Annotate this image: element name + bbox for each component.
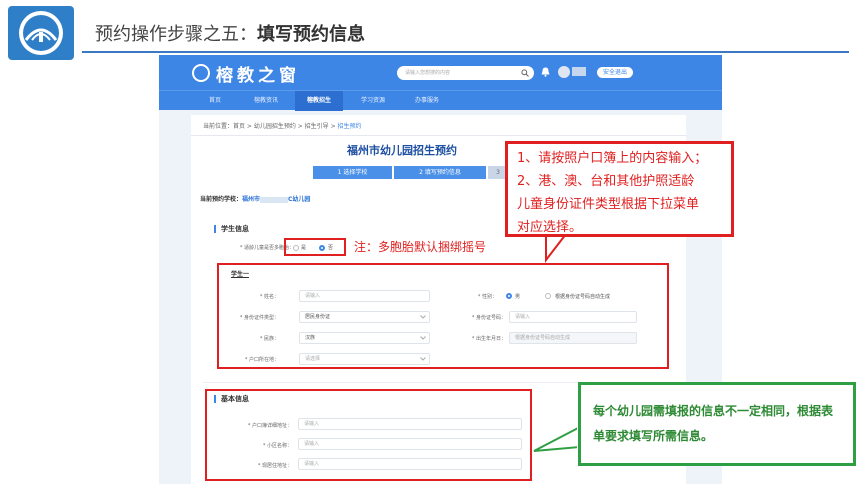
- slide-title-bold: 填写预约信息: [257, 24, 365, 45]
- school-name-redacted: [260, 196, 289, 203]
- page-title: 福州市幼儿园招生预约: [347, 144, 457, 157]
- basic-info-highlight: [205, 389, 532, 481]
- red-callout: 1、请按照户口簿上的内容输入； 2、港、澳、台和其他护照适龄 儿童身份证件类型根…: [505, 141, 734, 237]
- slide-title: 预约操作步骤之五：填写预约信息: [95, 20, 365, 46]
- title-divider: [82, 51, 849, 53]
- step-2-num: 2: [419, 169, 423, 176]
- breadcrumb-current[interactable]: 招生预约: [338, 123, 362, 130]
- username-redacted: [572, 67, 586, 76]
- slide-title-prefix: 预约操作步骤之五：: [95, 24, 257, 45]
- step-1-label: 选择学校: [343, 169, 368, 176]
- student-section-marker: [214, 225, 216, 233]
- breadcrumb-divider: [191, 135, 686, 136]
- nav-item-home[interactable]: 首页: [195, 91, 235, 111]
- green-callout-pointer: [533, 425, 582, 455]
- student-info-highlight: [217, 263, 669, 369]
- avatar[interactable]: [558, 66, 570, 78]
- current-school-label: 当前预约学校：: [200, 196, 243, 203]
- green-callout-line: 单要求填写所需信息。: [593, 429, 714, 443]
- school-name-right: C幼儿园: [288, 196, 311, 203]
- nav-item-enrollment[interactable]: 榕教招生: [295, 91, 343, 111]
- multi-birth-highlight: [284, 238, 346, 256]
- kindergarten-logo: [8, 6, 74, 60]
- portal-brand: 榕教之窗: [216, 66, 300, 86]
- multi-birth-note: 注：多胞胎默认捆绑摇号: [354, 240, 487, 254]
- bell-icon[interactable]: [541, 67, 550, 77]
- nav-item-services[interactable]: 办事服务: [403, 91, 451, 111]
- green-callout-line: 每个幼儿园需填报的信息不一定相同，根据表: [593, 404, 834, 418]
- red-callout-line: 儿童身份证件类型根据下拉菜单: [517, 197, 700, 212]
- school-name-left: 福州市: [242, 196, 261, 203]
- step-1-num: 1: [337, 169, 342, 176]
- portal-topbar: 榕教之窗 请输入您想搜的内容 安全退出: [159, 55, 722, 90]
- portal-nav: 首页 榕教资讯 榕教招生 学习资源 办事服务: [159, 90, 722, 111]
- step-1: 1 选择学校: [313, 166, 392, 179]
- red-callout-line: 2、港、澳、台和其他护照适龄: [517, 174, 695, 189]
- nav-item-resources[interactable]: 学习资源: [349, 91, 397, 111]
- nav-item-news[interactable]: 榕教资讯: [241, 91, 291, 111]
- portal-logo-icon: [192, 64, 210, 82]
- search-input[interactable]: 请输入您想搜的内容: [397, 66, 534, 80]
- red-callout-line: 1、请按照户口簿上的内容输入；: [517, 151, 708, 166]
- step-3-num: 3: [496, 169, 500, 176]
- logout-button[interactable]: 安全退出: [597, 67, 634, 78]
- green-callout: 每个幼儿园需填报的信息不一定相同，根据表 单要求填写所需信息。: [578, 382, 856, 466]
- red-callout-line: 对应选择。: [517, 220, 583, 235]
- step-2-label: 填写预约信息: [424, 169, 461, 176]
- current-school: 当前预约学校：福州市 C幼儿园: [200, 194, 310, 203]
- breadcrumb-path: 当前位置：首页 > 幼儿园招生预约 > 招生引导 >: [203, 123, 338, 130]
- search-placeholder: 请输入您想搜的内容: [405, 70, 451, 76]
- search-icon[interactable]: [521, 69, 529, 77]
- breadcrumb: 当前位置：首页 > 幼儿园招生预约 > 招生引导 > 招生预约: [203, 121, 362, 130]
- step-2: 2 填写预约信息: [394, 166, 486, 179]
- student-section-title: 学生信息: [221, 225, 249, 233]
